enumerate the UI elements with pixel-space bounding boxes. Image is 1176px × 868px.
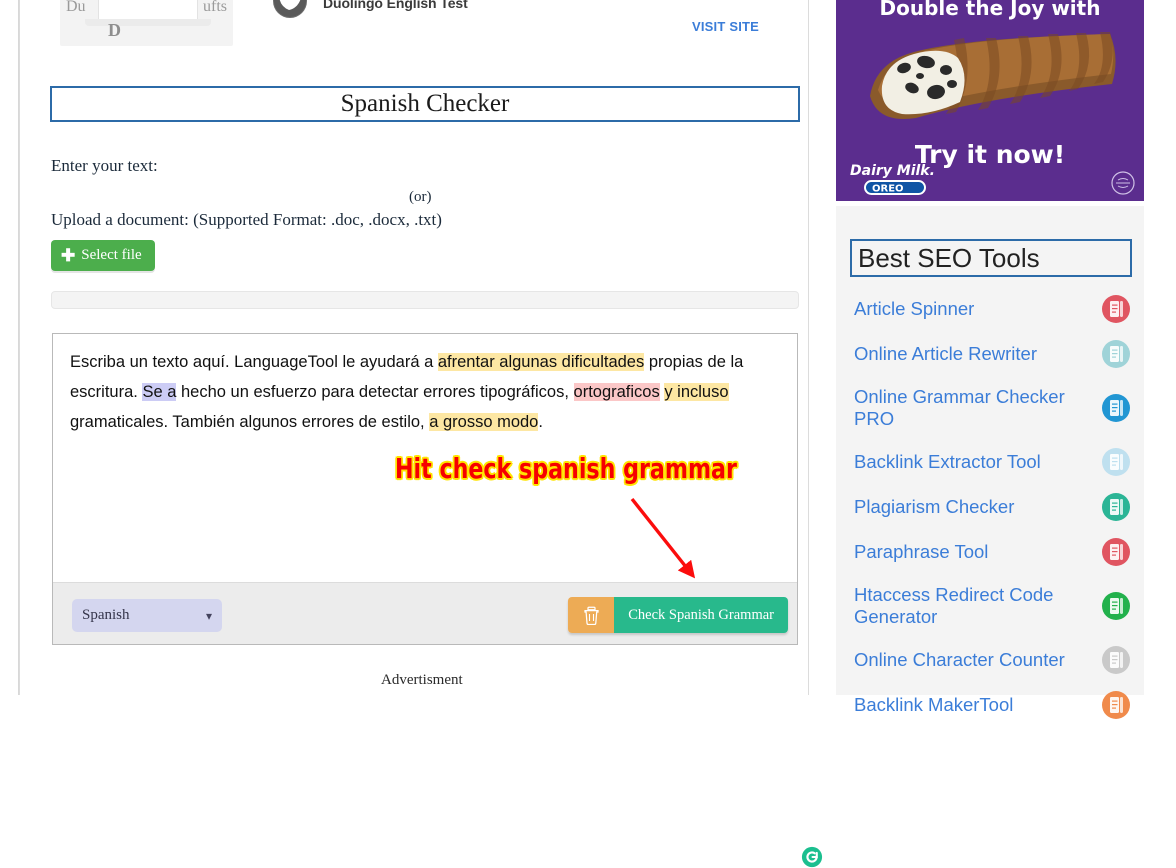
- halal-badge-icon: [1111, 171, 1135, 195]
- backlink-extractor-icon[interactable]: [1102, 447, 1130, 476]
- sidebar-tool-row[interactable]: Htaccess Redirect Code Generator: [836, 574, 1144, 637]
- editor-highlight-violet: Se a: [142, 383, 177, 401]
- sidebar-tool-link[interactable]: Backlink Extractor Tool: [854, 451, 1041, 473]
- clear-text-button[interactable]: [568, 597, 615, 633]
- main-content-column: Du ufts D Duolingo English Test VISIT SI…: [19, 0, 823, 868]
- editor-highlight-yellow: y incluso: [664, 383, 729, 401]
- advertisement-label: Advertisment: [381, 672, 463, 688]
- visit-site-link[interactable]: VISIT SITE: [692, 19, 759, 34]
- languagetool-refresh-icon[interactable]: [801, 846, 823, 868]
- editor-toolbar: Spanish ▾ Check Spanish Grammar: [53, 582, 797, 644]
- check-grammar-label: Check Spanish Grammar: [628, 606, 774, 623]
- sidebar-tool-row[interactable]: Online Article Rewriter: [836, 331, 1144, 376]
- editor-highlight-yellow: afrentar algunas dificultades: [437, 353, 645, 371]
- language-select-value: Spanish: [82, 607, 130, 623]
- sidebar-tool-link[interactable]: Online Character Counter: [854, 649, 1065, 671]
- editor-text-span: .: [538, 413, 543, 431]
- upload-document-label: Upload a document: (Supported Format: .d…: [51, 210, 442, 229]
- check-grammar-button[interactable]: Check Spanish Grammar: [614, 597, 788, 633]
- ad-advertiser-name: Duolingo English Test: [323, 0, 468, 11]
- sidebar-tool-row[interactable]: Article Spinner: [836, 286, 1144, 331]
- page-right-margin: [1163, 0, 1176, 695]
- article-rewriter-icon[interactable]: [1102, 339, 1130, 368]
- character-counter-icon[interactable]: [1102, 645, 1130, 674]
- article-spinner-icon[interactable]: [1102, 294, 1130, 323]
- editor-highlight-yellow: a grosso modo: [429, 413, 539, 431]
- sidebar-tool-row[interactable]: Backlink Extractor Tool: [836, 439, 1144, 484]
- or-label: (or): [409, 189, 432, 205]
- sidebar-tool-row[interactable]: Backlink MakerTool: [836, 682, 1144, 727]
- page-title: Spanish Checker: [50, 86, 800, 122]
- promo-headline: Double the Joy with: [879, 0, 1101, 20]
- language-select[interactable]: Spanish ▾: [72, 599, 222, 632]
- seo-tools-list: Article Spinner Online Article Rewriter On…: [836, 286, 1144, 727]
- chevron-down-icon: ▾: [205, 608, 212, 623]
- sidebar-tool-row[interactable]: Paraphrase Tool: [836, 529, 1144, 574]
- paraphrase-tool-icon[interactable]: [1102, 537, 1130, 566]
- ad-thumb-text-left: Du: [66, 0, 86, 15]
- ad-thumb-text-bottom: D: [108, 20, 121, 40]
- promo-brand-line1: Dairy Milk.: [850, 163, 935, 179]
- promo-brand-line2: OREO: [872, 184, 904, 195]
- plus-icon: ✚: [61, 246, 76, 265]
- progress-strip: [51, 291, 799, 309]
- sidebar-tool-row[interactable]: Online Character Counter: [836, 637, 1144, 682]
- sidebar-tool-link[interactable]: Paraphrase Tool: [854, 541, 988, 563]
- page-title-label: Spanish Checker: [340, 90, 510, 117]
- select-file-button[interactable]: ✚ Select file: [51, 240, 155, 271]
- sidebar-tool-row[interactable]: Online Grammar Checker PRO: [836, 376, 1144, 439]
- top-banner-ad[interactable]: Du ufts D Duolingo English Test VISIT SI…: [41, 0, 807, 58]
- editor-action-buttons: Check Spanish Grammar: [568, 597, 788, 633]
- page-root: Du ufts D Duolingo English Test VISIT SI…: [0, 0, 1176, 868]
- ad-laptop-graphic: [85, 0, 211, 26]
- dairy-milk-oreo-logo: Dairy Milk. OREO: [850, 163, 935, 195]
- sidebar-tool-link[interactable]: Article Spinner: [854, 298, 974, 320]
- plagiarism-checker-icon[interactable]: [1102, 492, 1130, 521]
- chocolate-bar-image: [870, 32, 1116, 120]
- seo-tools-panel: Best SEO Tools Article Spinner Online Art…: [836, 206, 1144, 719]
- sidebar-tool-link[interactable]: Online Grammar Checker PRO: [854, 386, 1068, 430]
- sidebar-tool-link[interactable]: Backlink MakerTool: [854, 694, 1013, 716]
- sidebar-tool-row[interactable]: Plagiarism Checker: [836, 484, 1144, 529]
- redirect-generator-icon[interactable]: [1102, 591, 1130, 620]
- promo-banner-ad[interactable]: Double the Joy with Try it now! Dairy Mi…: [836, 0, 1144, 201]
- seo-tools-title: Best SEO Tools: [850, 239, 1132, 277]
- ad-thumb-text-right: ufts: [203, 0, 227, 15]
- ad-thumbnail: Du ufts D: [60, 0, 233, 46]
- editor-highlight-pink: ortograficos: [573, 383, 660, 401]
- editor-content[interactable]: Escriba un texto aquí. LanguageTool le a…: [70, 347, 782, 437]
- globe-icon: [273, 0, 307, 18]
- sidebar-tool-link[interactable]: Htaccess Redirect Code Generator: [854, 584, 1068, 628]
- seo-tools-title-label: Best SEO Tools: [858, 242, 1040, 273]
- editor-text-span: Escriba un texto aquí. LanguageTool le a…: [70, 353, 438, 371]
- sidebar-tool-link[interactable]: Online Article Rewriter: [854, 343, 1037, 365]
- editor-text-span: hecho un esfuerzo para detectar errores …: [176, 383, 574, 401]
- sidebar-tool-link[interactable]: Plagiarism Checker: [854, 496, 1014, 518]
- annotation-arrow-icon: [630, 497, 696, 579]
- right-sidebar: Double the Joy with Try it now! Dairy Mi…: [830, 0, 1150, 719]
- editor-text-span: gramaticales. También algunos errores de…: [70, 413, 430, 431]
- select-file-label: Select file: [81, 247, 142, 263]
- annotation-text: Hit check spanish grammar: [395, 452, 737, 485]
- trash-icon: [584, 606, 599, 625]
- grammar-checker-icon[interactable]: [1102, 393, 1130, 422]
- enter-text-label: Enter your text:: [51, 156, 158, 175]
